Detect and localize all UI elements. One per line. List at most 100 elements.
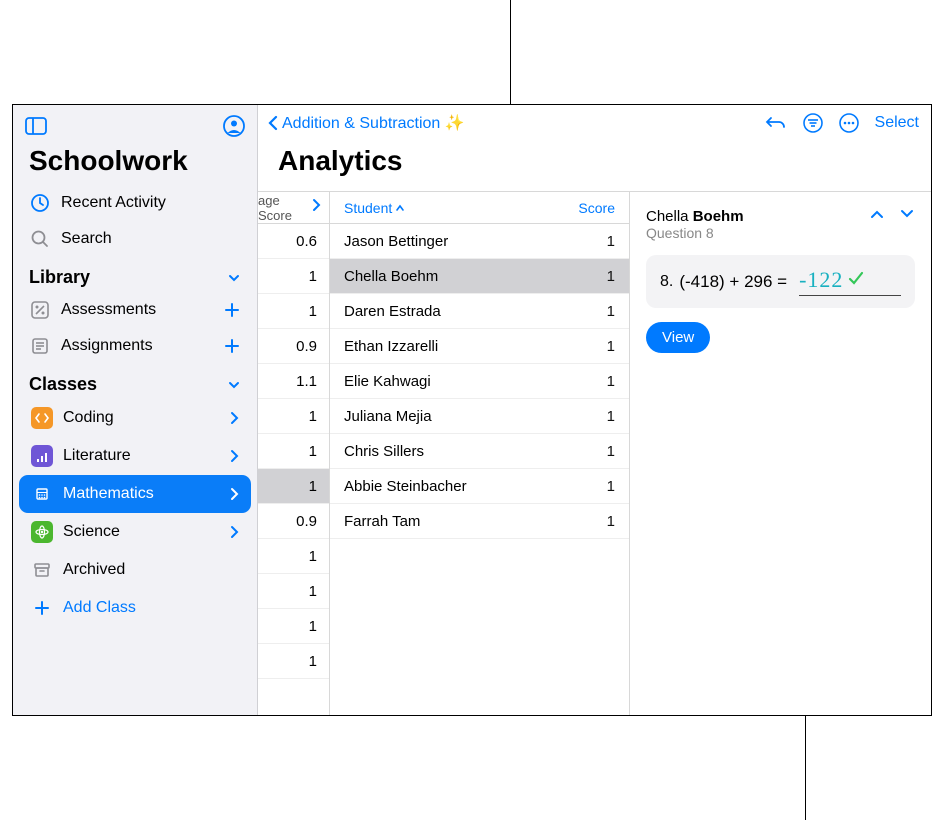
student-answer: -122 [799, 267, 843, 293]
archive-icon [31, 559, 53, 581]
avg-score-row[interactable]: 1 [258, 539, 329, 574]
avg-score-row[interactable]: 1 [258, 574, 329, 609]
class-icon [31, 521, 53, 543]
avg-score-row[interactable]: 0.9 [258, 504, 329, 539]
chevron-down-icon[interactable] [899, 208, 915, 220]
avg-score-column: age Score 0.6110.91.11110.91111 [258, 192, 330, 715]
question-card: 8. (-418) + 296 = -122 [646, 255, 915, 308]
archived-label: Archived [63, 561, 125, 579]
library-assessments[interactable]: Assessments [13, 292, 257, 328]
app-title: Schoolwork [13, 143, 257, 185]
student-name: Abbie Steinbacher [344, 478, 467, 495]
class-item-literature[interactable]: Literature [19, 437, 251, 475]
class-icon [31, 483, 53, 505]
library-section-label: Library [29, 267, 90, 288]
view-button[interactable]: View [646, 322, 710, 353]
sidebar-toggle-icon[interactable] [25, 117, 47, 135]
nav-search[interactable]: Search [13, 221, 257, 257]
chevron-right-icon [229, 449, 239, 463]
main-panel: Addition & Subtraction ✨ Select Analytic… [258, 105, 931, 715]
student-score: 1 [607, 478, 615, 495]
avg-score-row[interactable]: 1 [258, 294, 329, 329]
student-name: Chella Boehm [344, 268, 438, 285]
student-row[interactable]: Chris Sillers 1 [330, 434, 629, 469]
detail-question-label: Question 8 [646, 225, 744, 241]
avg-score-row[interactable]: 1 [258, 644, 329, 679]
student-row[interactable]: Daren Estrada 1 [330, 294, 629, 329]
classes-section-header[interactable]: Classes [13, 364, 257, 399]
class-item-coding[interactable]: Coding [19, 399, 251, 437]
sidebar: Schoolwork Recent Activity Search Librar… [13, 105, 258, 715]
student-score: 1 [607, 373, 615, 390]
avg-score-row[interactable]: 1 [258, 609, 329, 644]
filter-icon[interactable] [803, 113, 823, 133]
avg-score-row[interactable]: 1.1 [258, 364, 329, 399]
library-section-header[interactable]: Library [13, 257, 257, 292]
class-label: Mathematics [63, 485, 154, 503]
detail-column: Chella Boehm Question 8 8. [630, 192, 931, 715]
avg-score-header: age Score [258, 193, 317, 223]
account-icon[interactable] [223, 115, 245, 137]
student-name: Chris Sillers [344, 443, 424, 460]
back-button[interactable]: Addition & Subtraction ✨ [266, 113, 465, 133]
chevron-down-icon [227, 378, 241, 392]
avg-score-row[interactable]: 1 [258, 399, 329, 434]
student-score: 1 [607, 233, 615, 250]
archived-item[interactable]: Archived [19, 551, 251, 589]
library-assignments[interactable]: Assignments [13, 328, 257, 364]
student-sort-header[interactable]: Student [344, 200, 405, 216]
select-button[interactable]: Select [875, 114, 919, 132]
page-title: Analytics [258, 137, 931, 192]
check-icon [847, 269, 865, 292]
avg-score-row[interactable]: 0.6 [258, 224, 329, 259]
search-icon [29, 228, 51, 250]
student-score: 1 [607, 513, 615, 530]
student-score: 1 [607, 443, 615, 460]
plus-icon[interactable] [223, 301, 241, 319]
class-item-mathematics[interactable]: Mathematics [19, 475, 251, 513]
plus-icon [31, 597, 53, 619]
student-name: Daren Estrada [344, 303, 441, 320]
nav-recent-label: Recent Activity [61, 194, 166, 212]
student-score: 1 [607, 338, 615, 355]
library-assignments-label: Assignments [61, 337, 153, 355]
chevron-down-icon [227, 271, 241, 285]
more-icon[interactable] [839, 113, 859, 133]
chevron-up-icon[interactable] [869, 208, 885, 220]
student-row[interactable]: Jason Bettinger1 [330, 224, 629, 259]
student-name: Ethan Izzarelli [344, 338, 438, 355]
student-name: Farrah Tam [344, 513, 420, 530]
nav-recent-activity[interactable]: Recent Activity [13, 185, 257, 221]
student-score-header[interactable]: Score [578, 200, 615, 216]
student-row[interactable]: Juliana Mejia 1 [330, 399, 629, 434]
app-window: Schoolwork Recent Activity Search Librar… [12, 104, 932, 716]
class-label: Coding [63, 409, 114, 427]
student-row[interactable]: Ethan Izzarelli 1 [330, 329, 629, 364]
avg-score-row[interactable]: 0.9 [258, 329, 329, 364]
library-assessments-label: Assessments [61, 301, 156, 319]
students-column: Student Score Jason Bettinger1Chella Boe… [330, 192, 630, 715]
undo-icon[interactable] [765, 114, 787, 132]
student-row[interactable]: Chella Boehm1 [330, 259, 629, 294]
student-row[interactable]: Abbie Steinbacher 1 [330, 469, 629, 504]
add-class-label: Add Class [63, 599, 136, 617]
clock-icon [29, 192, 51, 214]
chevron-right-icon [229, 411, 239, 425]
student-score: 1 [607, 408, 615, 425]
assignments-icon [29, 335, 51, 357]
avg-score-row[interactable]: 1 [258, 469, 329, 504]
percent-icon [29, 299, 51, 321]
chevron-right-icon[interactable] [311, 198, 321, 217]
nav-search-label: Search [61, 230, 112, 248]
question-number: 8. [660, 273, 673, 291]
student-row[interactable]: Elie Kahwagi1 [330, 364, 629, 399]
avg-score-row[interactable]: 1 [258, 259, 329, 294]
class-item-science[interactable]: Science [19, 513, 251, 551]
student-name: Juliana Mejia [344, 408, 432, 425]
student-row[interactable]: Farrah Tam 1 [330, 504, 629, 539]
student-score: 1 [607, 303, 615, 320]
plus-icon[interactable] [223, 337, 241, 355]
add-class-button[interactable]: Add Class [19, 589, 251, 627]
class-icon [31, 445, 53, 467]
avg-score-row[interactable]: 1 [258, 434, 329, 469]
